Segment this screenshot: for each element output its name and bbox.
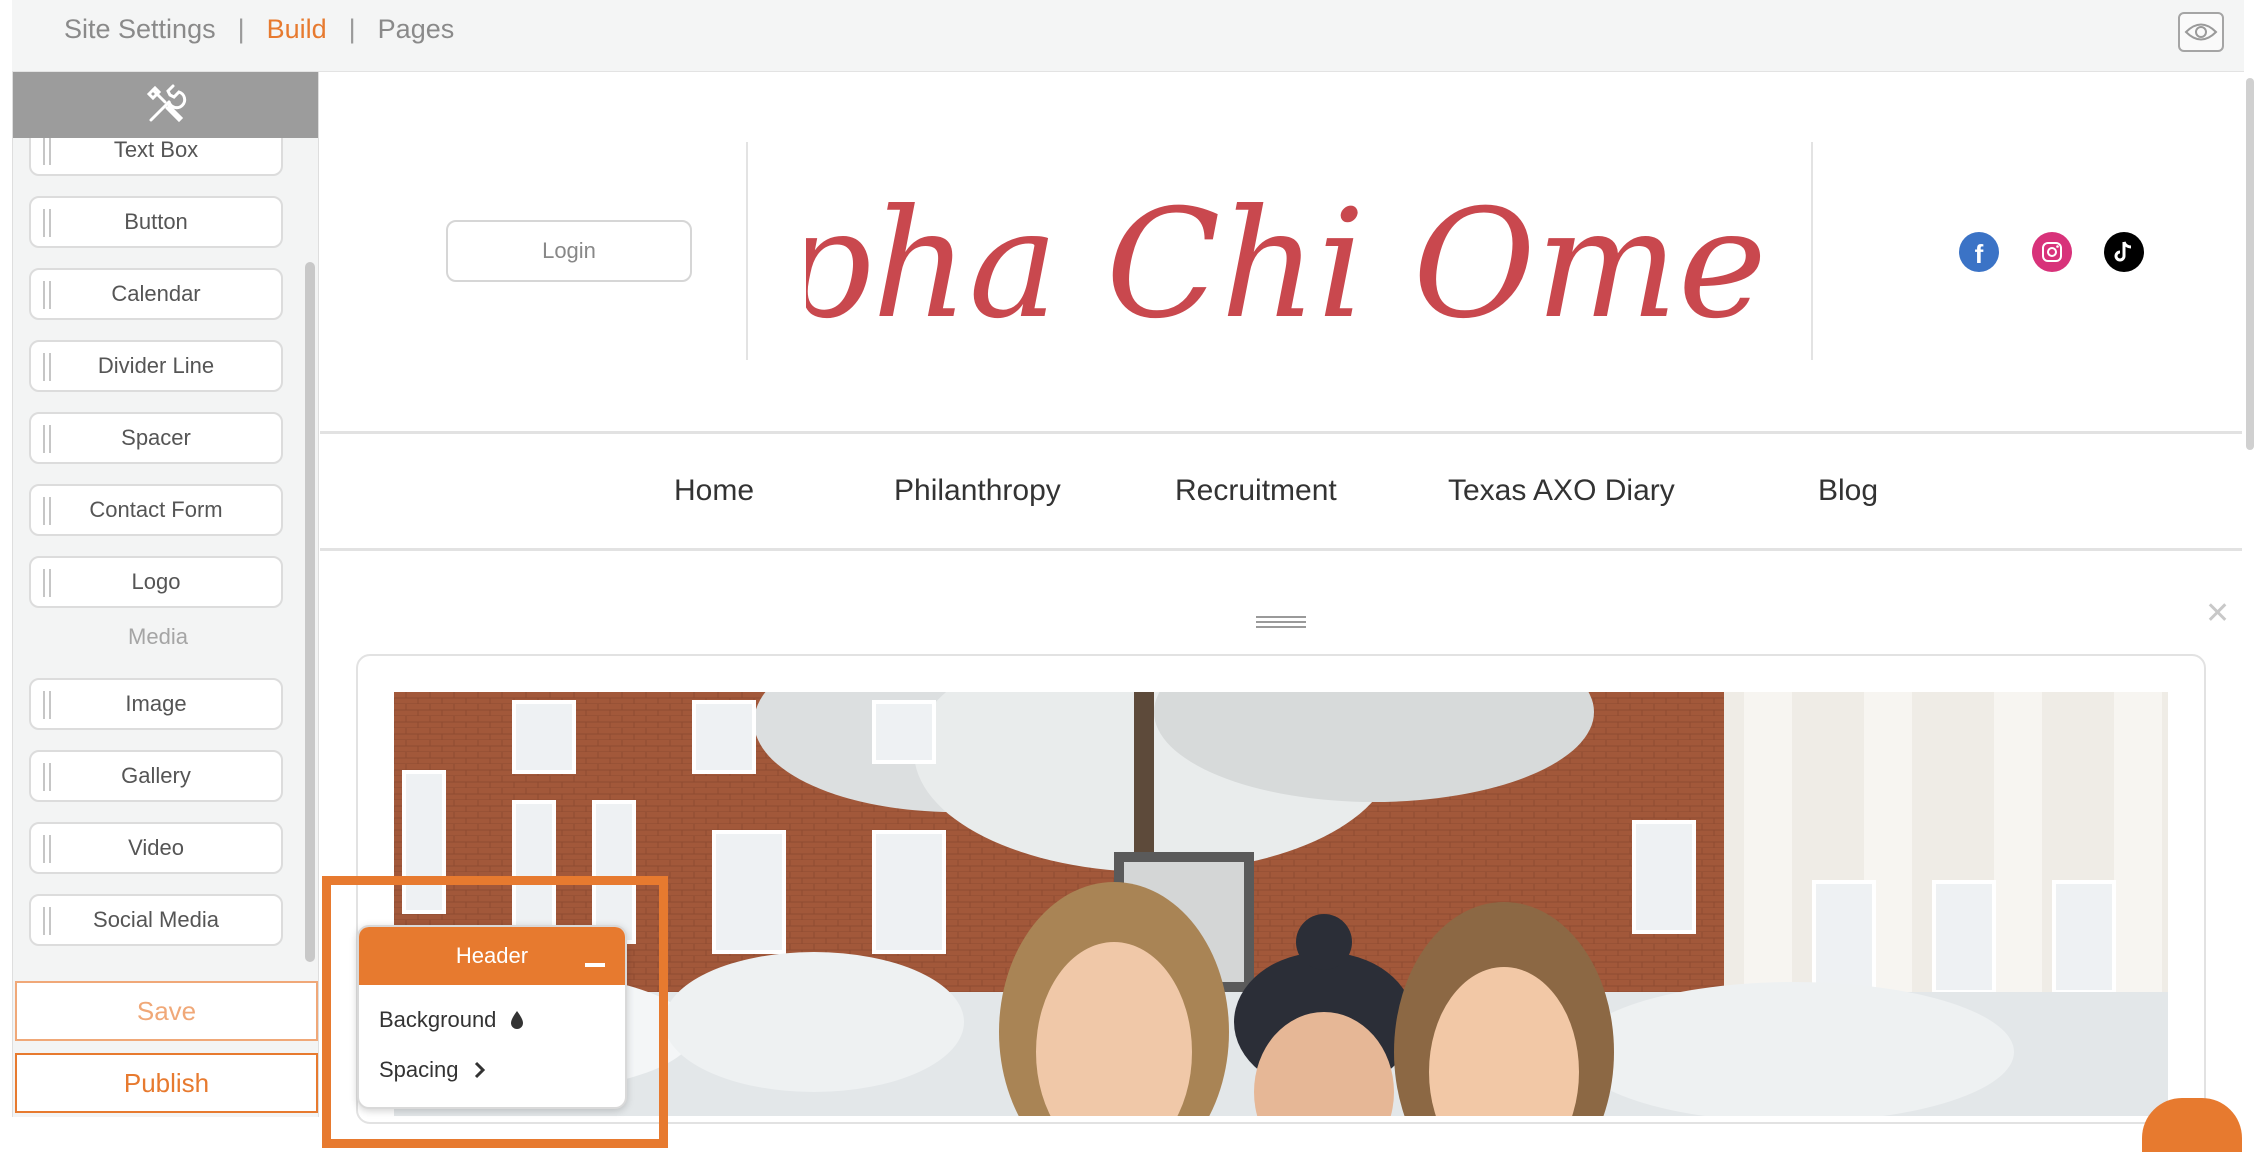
sidebar-header — [13, 72, 318, 138]
drag-grip-icon — [43, 209, 51, 237]
nav-bottom-border — [320, 548, 2242, 551]
login-button[interactable]: Login — [446, 220, 692, 282]
publish-button[interactable]: Publish — [15, 1053, 318, 1113]
header-divider — [1811, 142, 1813, 360]
nav-item-philanthropy[interactable]: Philanthropy — [894, 474, 1061, 508]
drag-grip-icon — [43, 569, 51, 597]
widget-button[interactable]: Button — [29, 196, 283, 248]
widget-label: Social Media — [93, 907, 219, 932]
drag-grip-icon — [43, 691, 51, 719]
drag-grip-icon — [43, 835, 51, 863]
droplet-icon — [510, 1010, 524, 1030]
tab-site-settings[interactable]: Site Settings — [64, 14, 216, 45]
widget-logo[interactable]: Logo — [29, 556, 283, 608]
preview-button[interactable] — [2178, 12, 2224, 52]
instagram-icon[interactable] — [2032, 232, 2072, 272]
widget-list: Text Box Button Calendar Divider Line Sp… — [13, 138, 303, 1038]
facebook-icon[interactable]: f — [1959, 232, 1999, 272]
drag-grip-icon — [43, 763, 51, 791]
widget-label: Spacer — [121, 425, 191, 450]
sidebar-scrollbar[interactable] — [305, 262, 315, 962]
site-logo[interactable]: Alpha Chi Omega — [608, 120, 1953, 380]
tiktok-icon[interactable] — [2104, 232, 2144, 272]
tab-pages[interactable]: Pages — [378, 14, 455, 45]
popup-item-label: Spacing — [379, 1057, 459, 1082]
widget-label: Gallery — [121, 763, 191, 788]
widget-gallery[interactable]: Gallery — [29, 750, 283, 802]
top-bar: Site Settings | Build | Pages — [12, 0, 2244, 72]
nav-item-blog[interactable]: Blog — [1818, 474, 1878, 508]
widget-social-media[interactable]: Social Media — [29, 894, 283, 946]
widget-spacer[interactable]: Spacer — [29, 412, 283, 464]
section-drag-handle[interactable] — [1256, 616, 1306, 628]
header-divider — [746, 142, 748, 360]
header-settings-popup: Header Background Spacing — [357, 925, 627, 1109]
widget-contact-form[interactable]: Contact Form — [29, 484, 283, 536]
section-media-label: Media — [128, 624, 188, 649]
popup-item-spacing[interactable]: Spacing — [379, 1057, 487, 1083]
close-icon[interactable]: ✕ — [2205, 596, 2230, 631]
nav-item-texas-axo-diary[interactable]: Texas AXO Diary — [1448, 474, 1675, 508]
nav-item-recruitment[interactable]: Recruitment — [1175, 474, 1337, 508]
widget-divider-line[interactable]: Divider Line — [29, 340, 283, 392]
popup-title: Header — [455, 943, 529, 968]
widget-label: Divider Line — [97, 353, 215, 378]
logo-text: Alpha Chi Omega — [806, 178, 1766, 352]
tab-separator: | — [348, 14, 356, 44]
tab-build[interactable]: Build — [267, 14, 327, 45]
widget-calendar[interactable]: Calendar — [29, 268, 283, 320]
widget-label: Image — [125, 691, 187, 716]
drag-grip-icon — [43, 425, 51, 453]
widget-label: Logo — [131, 569, 181, 594]
save-button[interactable]: Save — [15, 981, 318, 1041]
top-tabs: Site Settings | Build | Pages — [64, 14, 454, 45]
widget-label: Button — [124, 209, 188, 234]
widget-label: Text Box — [113, 138, 199, 162]
widget-image[interactable]: Image — [29, 678, 283, 730]
drag-grip-icon — [43, 353, 51, 381]
drag-grip-icon — [43, 497, 51, 525]
eye-icon — [2184, 23, 2218, 41]
minimize-icon[interactable] — [585, 963, 605, 967]
drag-grip-icon — [43, 281, 51, 309]
drag-grip-icon — [43, 138, 51, 165]
tools-icon — [146, 84, 186, 123]
tab-separator: | — [237, 14, 245, 44]
popup-item-background[interactable]: Background — [379, 1007, 524, 1033]
widget-label: Video — [128, 835, 184, 860]
widget-label: Contact Form — [89, 497, 223, 522]
widget-video[interactable]: Video — [29, 822, 283, 874]
popup-item-label: Background — [379, 1007, 497, 1032]
logo-svg: Alpha Chi Omega — [608, 178, 1953, 352]
drag-grip-icon — [43, 907, 51, 935]
header-bottom-border — [320, 431, 2242, 434]
widget-sidebar: Text Box Button Calendar Divider Line Sp… — [12, 72, 319, 1117]
chevron-right-icon — [473, 1060, 487, 1080]
chat-widget-button[interactable] — [2142, 1098, 2242, 1152]
widget-label: Calendar — [111, 281, 201, 306]
canvas-scrollbar[interactable] — [2246, 78, 2254, 450]
widget-text-box[interactable]: Text Box — [29, 138, 283, 176]
nav-item-home[interactable]: Home — [674, 474, 754, 508]
popup-header: Header — [359, 927, 625, 985]
